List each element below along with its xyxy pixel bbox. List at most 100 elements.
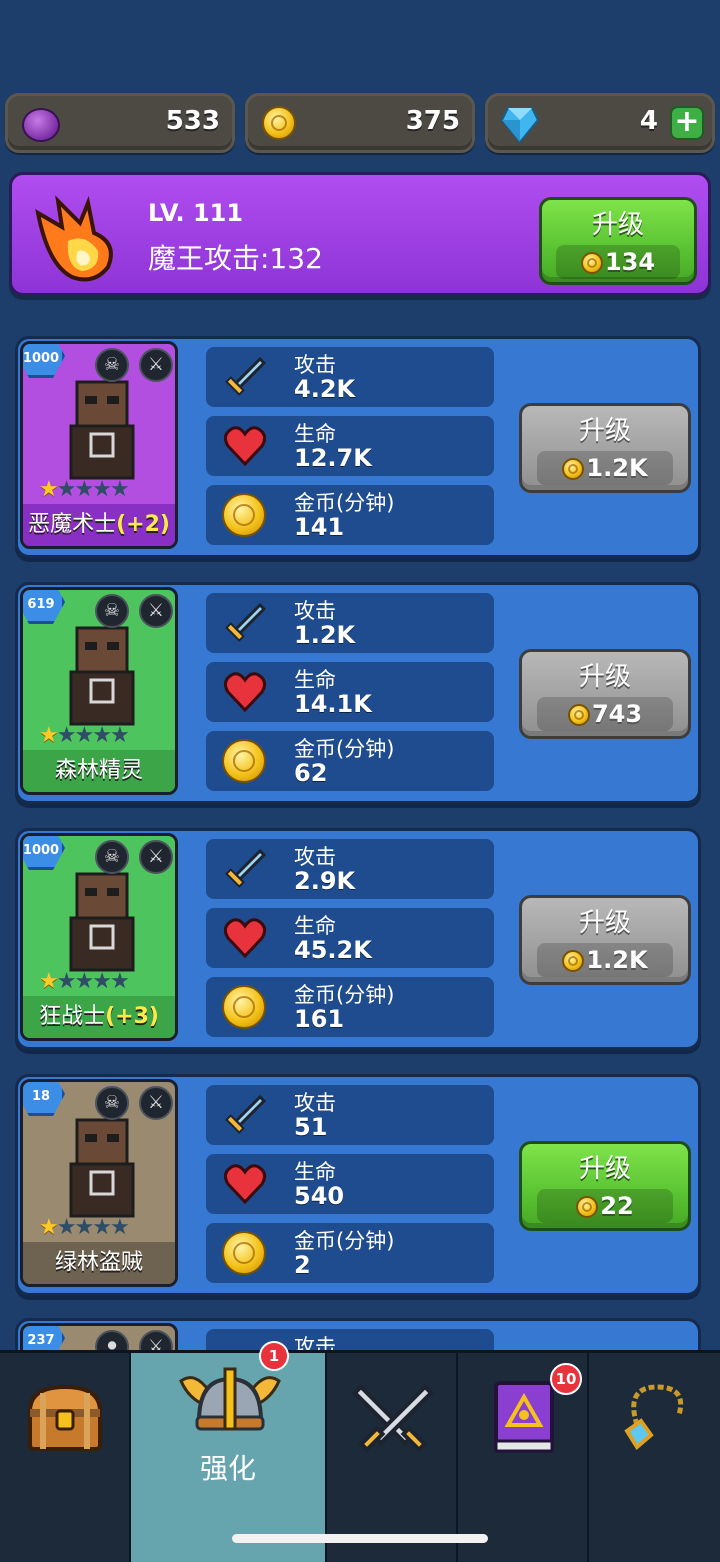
hero-upgrade-button[interactable]: 升级 1.2K xyxy=(519,403,691,493)
star-icon: ★ xyxy=(92,969,112,994)
diamond-icon xyxy=(500,107,540,144)
stat-health-value: 14.1K xyxy=(294,690,372,718)
nav-tab-upgrade[interactable]: 1 强化 xyxy=(131,1341,327,1562)
weapon-trait-icon: ⚔ xyxy=(139,594,173,628)
purple-gem-value: 533 xyxy=(165,106,220,136)
skull-trait-icon: ☠ xyxy=(95,840,129,874)
hero-name-bar: 狂战士(+3) xyxy=(23,996,175,1038)
star-icon: ★ xyxy=(39,969,59,994)
nav-tab-amulet[interactable] xyxy=(589,1353,720,1562)
hero-upgrade-label: 升级 xyxy=(578,416,631,446)
fire-attack-icon xyxy=(35,195,113,282)
boss-attack-panel: LV. 111 魔王攻击:132 升级 134 xyxy=(9,172,711,296)
star-icon: ★ xyxy=(109,1215,130,1240)
hero-upgrade-button[interactable]: 升级 22 xyxy=(519,1141,691,1231)
stat-attack-value: 1.2K xyxy=(294,621,356,649)
hero-upgrade-button[interactable]: 升级 743 xyxy=(519,649,691,739)
hero-upgrade-cost: 743 xyxy=(536,697,674,731)
stat-health-value: 540 xyxy=(294,1182,345,1210)
star-icon: ★ xyxy=(109,477,130,502)
star-icon: ★ xyxy=(56,723,77,748)
hero-star-rating: ★★★★★ xyxy=(39,1215,130,1240)
spellbook-notification-badge: 10 xyxy=(550,1363,582,1395)
hero-star-rating: ★★★★★ xyxy=(39,477,130,502)
skull-trait-icon: ☠ xyxy=(95,1086,129,1120)
boss-upgrade-label: 升级 xyxy=(591,210,644,240)
gold-coin-icon xyxy=(567,704,590,726)
stat-attack-value: 4.2K xyxy=(294,375,356,403)
boss-attack-text: 魔王攻击:132 xyxy=(148,242,323,275)
stat-gold: 金币(分钟) 141 xyxy=(206,485,494,545)
star-icon: ★ xyxy=(74,477,94,502)
add-diamonds-button[interactable]: + xyxy=(670,106,704,140)
hero-portrait xyxy=(69,872,135,972)
stat-health: 生命 14.1K xyxy=(206,662,494,722)
purple-gem-counter: 533 xyxy=(5,93,235,153)
star-icon: ★ xyxy=(39,477,59,502)
winged-helmet-icon xyxy=(179,1367,281,1431)
hero-portrait xyxy=(69,626,135,726)
sword-icon xyxy=(225,602,267,642)
skull-trait-icon: ☠ xyxy=(95,594,129,628)
stat-attack-value: 51 xyxy=(294,1113,328,1141)
hero-card[interactable]: ★★★★★ 恶魔术士(+2) 1000 ☠ ⚔ xyxy=(20,341,178,549)
weapon-trait-icon: ⚔ xyxy=(139,1086,173,1120)
stat-health-value: 12.7K xyxy=(294,444,372,472)
hero-name-bar: 绿林盗贼 xyxy=(23,1242,175,1284)
gold-coin-counter: 375 xyxy=(245,93,475,153)
hero-card[interactable]: ★★★★★ 绿林盗贼 18 ☠ ⚔ xyxy=(20,1079,178,1287)
sword-icon xyxy=(225,356,267,396)
hero-portrait xyxy=(69,1118,135,1218)
stat-gold: 金币(分钟) 161 xyxy=(206,977,494,1037)
hero-name: 恶魔术士 xyxy=(28,512,117,537)
nav-tab-upgrade-label: 强化 xyxy=(199,1452,256,1485)
hero-upgrade-cost: 22 xyxy=(536,1189,674,1223)
treasure-chest-icon xyxy=(27,1384,103,1451)
hero-upgrade-cost: 1.2K xyxy=(536,451,674,485)
star-icon: ★ xyxy=(39,723,59,748)
stat-gold: 金币(分钟) 2 xyxy=(206,1223,494,1283)
star-icon: ★ xyxy=(74,1215,94,1240)
hero-name: 狂战士 xyxy=(39,1004,106,1029)
purple-gem-icon xyxy=(22,108,60,142)
stat-attack-value: 2.9K xyxy=(294,867,356,895)
hero-card[interactable]: ★★★★★ 狂战士(+3) 1000 ☠ ⚔ xyxy=(20,833,178,1041)
nav-tab-battle[interactable] xyxy=(327,1353,458,1562)
stat-gold-value: 141 xyxy=(294,513,345,541)
hero-row[interactable]: ★★★★★ 绿林盗贼 18 ☠ ⚔ 攻击 51 生命 540 金币(分钟) 2 升级 22 xyxy=(15,1074,701,1296)
gold-coin-icon xyxy=(222,739,266,783)
sword-icon xyxy=(225,848,267,888)
stat-attack: 攻击 4.2K xyxy=(206,347,494,407)
weapon-trait-icon: ⚔ xyxy=(139,348,173,382)
hero-name-bar: 森林精灵 xyxy=(23,750,175,792)
hero-row[interactable]: ★★★★★ 恶魔术士(+2) 1000 ☠ ⚔ 攻击 4.2K 生命 12.7K 金币(分钟) 14… xyxy=(15,336,701,558)
stat-health: 生命 12.7K xyxy=(206,416,494,476)
sword-icon xyxy=(225,1094,267,1134)
stat-health: 生命 45.2K xyxy=(206,908,494,968)
boss-upgrade-cost: 134 xyxy=(555,245,681,279)
stat-gold-value: 161 xyxy=(294,1005,345,1033)
hero-star-rating: ★★★★★ xyxy=(39,969,130,994)
gold-coin-icon xyxy=(562,458,585,480)
skull-trait-icon: ☠ xyxy=(95,348,129,382)
nav-tab-chest[interactable] xyxy=(0,1353,131,1562)
star-icon: ★ xyxy=(56,1215,77,1240)
star-icon: ★ xyxy=(56,477,77,502)
hero-row[interactable]: ★★★★★ 森林精灵 619 ☠ ⚔ 攻击 1.2K 生命 14.1K 金币(分钟) 62 升级 743 xyxy=(15,582,701,804)
stat-gold-value: 62 xyxy=(294,759,328,787)
hero-name-bar: 恶魔术士(+2) xyxy=(23,504,175,546)
gold-coin-icon xyxy=(576,1196,599,1218)
gold-coin-icon xyxy=(580,252,603,274)
hero-card[interactable]: ★★★★★ 森林精灵 619 ☠ ⚔ xyxy=(20,587,178,795)
hero-upgrade-button[interactable]: 升级 1.2K xyxy=(519,895,691,985)
stat-gold-value: 2 xyxy=(294,1251,311,1279)
stat-attack: 攻击 51 xyxy=(206,1085,494,1145)
home-indicator xyxy=(232,1534,488,1543)
nav-tab-spellbook[interactable]: 10 xyxy=(458,1353,589,1562)
stat-attack: 攻击 1.2K xyxy=(206,593,494,653)
boss-upgrade-button[interactable]: 升级 134 xyxy=(539,197,697,285)
hero-upgrade-label: 升级 xyxy=(578,908,631,938)
hero-row[interactable]: ★★★★★ 狂战士(+3) 1000 ☠ ⚔ 攻击 2.9K 生命 45.2K 金币(分钟) 161… xyxy=(15,828,701,1050)
star-icon: ★ xyxy=(39,1215,59,1240)
heart-icon xyxy=(223,918,267,959)
